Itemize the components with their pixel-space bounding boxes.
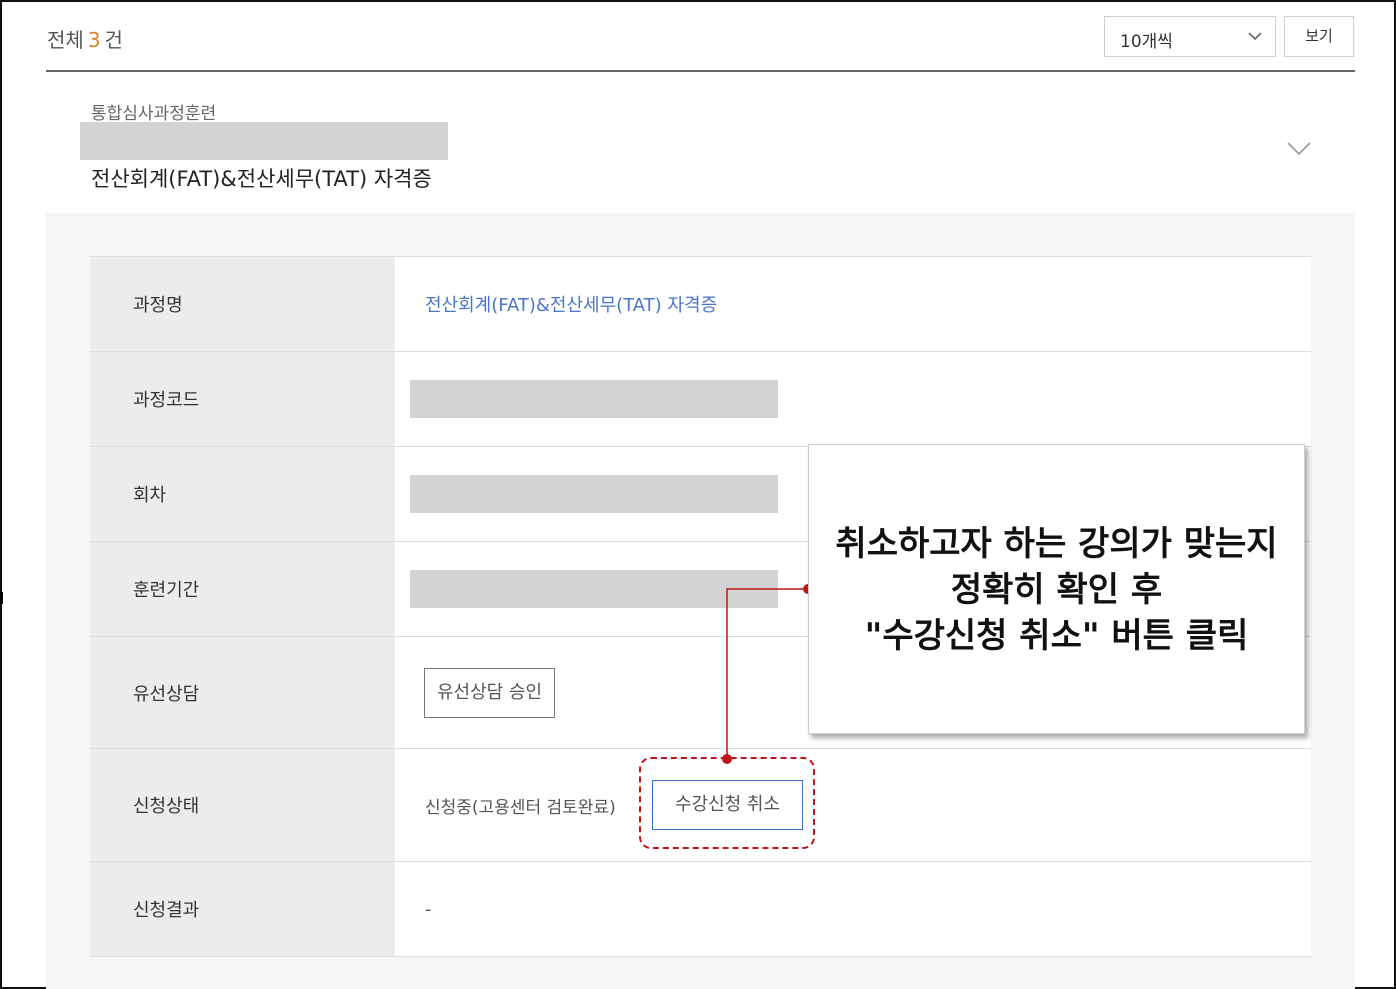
callout-line: 취소하고자 하는 강의가 맞는지 [835,524,1278,564]
callout-line: "수강신청 취소" 버튼 클릭 [864,616,1249,656]
callout-line: 정확히 확인 후 [950,570,1163,610]
edge-mark [0,592,3,604]
instruction-callout: 취소하고자 하는 강의가 맞는지 정확히 확인 후 "수강신청 취소" 버튼 클… [808,444,1305,734]
